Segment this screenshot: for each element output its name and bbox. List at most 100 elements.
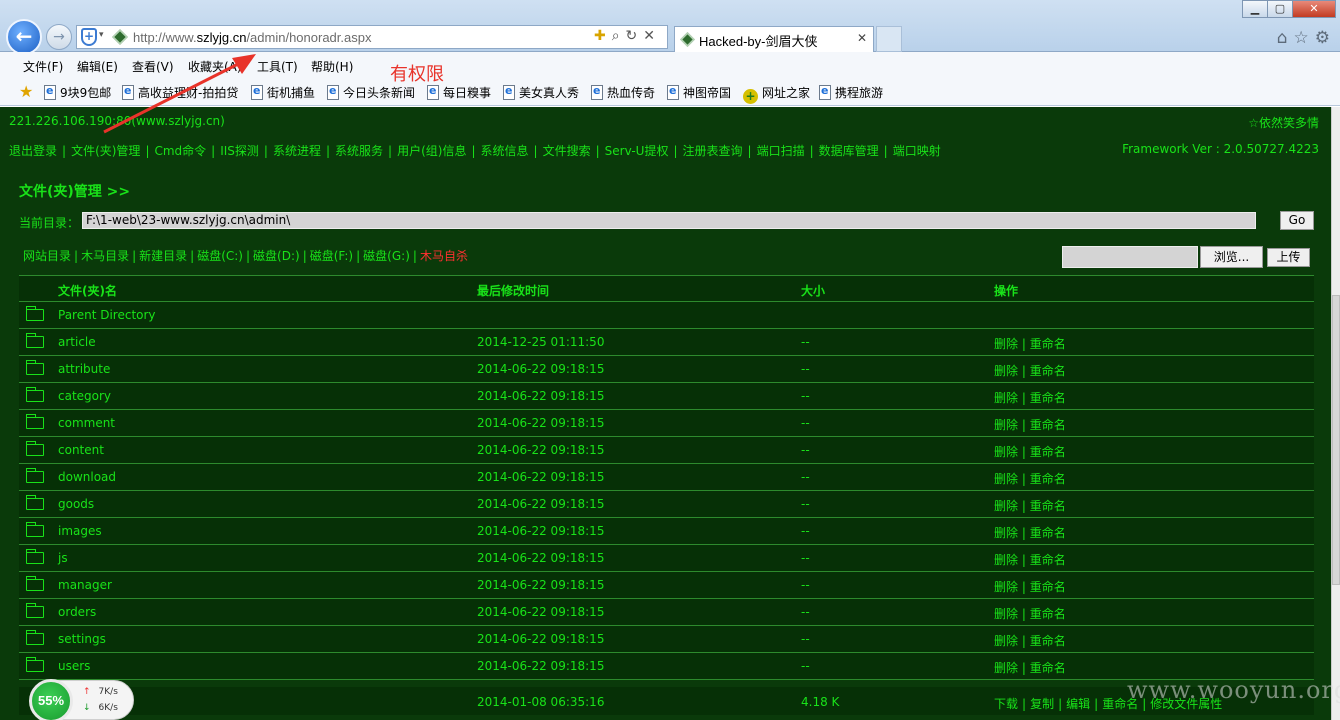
go-button[interactable]: Go: [1280, 211, 1314, 230]
gear-icon[interactable]: ⚙: [1315, 28, 1336, 48]
rename-link[interactable]: 重命名: [1030, 580, 1066, 594]
compat-view-icon[interactable]: ✚: [594, 28, 612, 44]
menu-portscan[interactable]: 端口扫描: [757, 144, 805, 158]
address-url[interactable]: http://www.szlyjg.cn/admin/honoradr.aspx: [133, 30, 371, 45]
link-drive-f[interactable]: 磁盘(F:): [310, 249, 353, 263]
maximize-button[interactable]: ▢: [1267, 0, 1293, 18]
folder-name[interactable]: comment: [58, 416, 115, 430]
link-web-dir[interactable]: 网站目录: [23, 249, 71, 263]
folder-name[interactable]: category: [58, 389, 111, 403]
folder-name[interactable]: settings: [58, 632, 106, 646]
delete-link[interactable]: 删除: [994, 364, 1018, 378]
menu-process[interactable]: 系统进程: [273, 144, 321, 158]
close-tab-icon[interactable]: ✕: [857, 31, 867, 45]
folder-name[interactable]: users: [58, 659, 90, 673]
copy-link[interactable]: 复制: [1030, 697, 1054, 711]
search-icon[interactable]: ⌕: [612, 28, 626, 44]
folder-name[interactable]: attribute: [58, 362, 110, 376]
upload-button[interactable]: 上传: [1267, 248, 1310, 267]
menu-iis[interactable]: IIS探测: [220, 144, 259, 158]
back-button[interactable]: ←: [6, 19, 42, 55]
folder-name[interactable]: manager: [58, 578, 112, 592]
rename-link[interactable]: 重命名: [1030, 364, 1066, 378]
link-shell-dir[interactable]: 木马目录: [81, 249, 129, 263]
folder-name[interactable]: content: [58, 443, 104, 457]
favorite-item[interactable]: 今日头条新闻: [327, 84, 415, 102]
vertical-scrollbar[interactable]: [1331, 107, 1340, 720]
forward-button[interactable]: →: [46, 24, 72, 50]
browse-button[interactable]: 浏览...: [1200, 246, 1263, 268]
current-dir-input[interactable]: F:\1-web\23-www.szlyjg.cn\admin\: [82, 212, 1256, 229]
rename-link[interactable]: 重命名: [1030, 472, 1066, 486]
close-window-button[interactable]: ✕: [1292, 0, 1336, 18]
rename-link[interactable]: 重命名: [1030, 418, 1066, 432]
folder-name[interactable]: download: [58, 470, 116, 484]
dropdown-icon[interactable]: ▾: [99, 30, 104, 40]
link-drive-g[interactable]: 磁盘(G:): [363, 249, 410, 263]
delete-link[interactable]: 删除: [994, 445, 1018, 459]
link-drive-d[interactable]: 磁盘(D:): [253, 249, 300, 263]
delete-link[interactable]: 删除: [994, 553, 1018, 567]
favorite-item[interactable]: 神图帝国: [667, 84, 731, 102]
folder-name[interactable]: images: [58, 524, 102, 538]
download-link[interactable]: 下载: [994, 697, 1018, 711]
menu-cmd[interactable]: Cmd命令: [154, 144, 206, 158]
menu-database[interactable]: 数据库管理: [819, 144, 879, 158]
delete-link[interactable]: 删除: [994, 418, 1018, 432]
delete-link[interactable]: 删除: [994, 607, 1018, 621]
delete-link[interactable]: 删除: [994, 661, 1018, 675]
folder-name[interactable]: article: [58, 335, 96, 349]
scrollbar-thumb[interactable]: [1332, 295, 1340, 585]
favorites-add-icon[interactable]: ★: [19, 84, 37, 100]
menu-servu[interactable]: Serv-U提权: [605, 144, 669, 158]
rename-link[interactable]: 重命名: [1030, 526, 1066, 540]
rename-link[interactable]: 重命名: [1030, 553, 1066, 567]
rename-link[interactable]: 重命名: [1030, 337, 1066, 351]
parent-directory-link[interactable]: Parent Directory: [58, 308, 156, 322]
rename-link[interactable]: 重命名: [1030, 499, 1066, 513]
minimize-button[interactable]: ▁: [1242, 0, 1268, 18]
menu-search[interactable]: 文件搜索: [543, 144, 591, 158]
rename-link[interactable]: 重命名: [1030, 445, 1066, 459]
menu-services[interactable]: 系统服务: [335, 144, 383, 158]
refresh-icon[interactable]: ↻: [626, 28, 644, 44]
menu-users[interactable]: 用户(组)信息: [397, 144, 466, 158]
tab-active[interactable]: Hacked-by-剑眉大侠 ✕: [674, 26, 874, 52]
rename-link[interactable]: 重命名: [1030, 661, 1066, 675]
favorite-item[interactable]: 美女真人秀: [503, 84, 579, 102]
home-icon[interactable]: ⌂: [1277, 28, 1294, 48]
delete-link[interactable]: 删除: [994, 580, 1018, 594]
rename-link[interactable]: 重命名: [1030, 607, 1066, 621]
favorite-item[interactable]: 携程旅游: [819, 84, 883, 102]
link-self-delete[interactable]: 木马自杀: [420, 249, 468, 263]
menu-file-manager[interactable]: 文件(夹)管理: [71, 144, 140, 158]
new-tab-button[interactable]: [876, 26, 902, 52]
link-new-dir[interactable]: 新建目录: [139, 249, 187, 263]
menu-help[interactable]: 帮助(H): [311, 58, 353, 75]
favorite-item[interactable]: + 网址之家: [743, 84, 810, 104]
menu-sysinfo[interactable]: 系统信息: [481, 144, 529, 158]
favorites-star-icon[interactable]: ☆: [1294, 28, 1315, 48]
folder-name[interactable]: orders: [58, 605, 96, 619]
favorite-item[interactable]: 热血传奇: [591, 84, 655, 102]
folder-name[interactable]: js: [58, 551, 68, 565]
delete-link[interactable]: 删除: [994, 391, 1018, 405]
delete-link[interactable]: 删除: [994, 499, 1018, 513]
network-speed-widget[interactable]: 55% ↑ 7K/s ↓ 6K/s: [29, 679, 134, 720]
rename-link[interactable]: 重命名: [1030, 634, 1066, 648]
link-drive-c[interactable]: 磁盘(C:): [197, 249, 243, 263]
delete-link[interactable]: 删除: [994, 337, 1018, 351]
delete-link[interactable]: 删除: [994, 526, 1018, 540]
menu-registry[interactable]: 注册表查询: [683, 144, 743, 158]
rename-link[interactable]: 重命名: [1030, 391, 1066, 405]
delete-link[interactable]: 删除: [994, 472, 1018, 486]
edit-link[interactable]: 编辑: [1066, 697, 1090, 711]
delete-link[interactable]: 删除: [994, 634, 1018, 648]
menu-file[interactable]: 文件(F): [23, 58, 63, 75]
menu-logout[interactable]: 退出登录: [9, 144, 57, 158]
stop-icon[interactable]: ✕: [643, 28, 661, 44]
upload-file-input[interactable]: [1062, 246, 1198, 268]
address-bar-actions[interactable]: ✚⌕↻✕: [594, 28, 661, 44]
favorite-item[interactable]: 每日糗事: [427, 84, 491, 102]
menu-portmap[interactable]: 端口映射: [893, 144, 941, 158]
